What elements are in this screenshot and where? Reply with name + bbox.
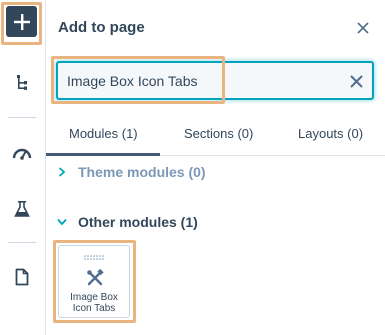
rail-divider — [8, 242, 36, 243]
chevron-down-icon — [56, 216, 68, 228]
add-button-highlight — [1, 2, 42, 45]
module-card-label: Image Box Icon Tabs — [59, 292, 129, 314]
rail-divider — [8, 117, 36, 118]
page-button[interactable] — [11, 266, 33, 288]
flask-icon — [14, 201, 30, 217]
clear-search-button[interactable] — [348, 73, 364, 89]
close-icon — [349, 74, 363, 88]
performance-button[interactable] — [11, 142, 33, 164]
other-modules-label: Other modules (1) — [78, 214, 198, 230]
speedometer-icon — [12, 148, 32, 160]
search-field[interactable] — [56, 61, 374, 100]
close-panel-button[interactable] — [355, 20, 371, 36]
active-tab-indicator — [46, 153, 160, 156]
theme-modules-label: Theme modules (0) — [78, 164, 206, 180]
module-card-image-box-icon-tabs[interactable]: Image Box Icon Tabs — [58, 245, 130, 318]
tab-bar: Modules (1) Sections (0) Layouts (0) — [46, 118, 385, 156]
tree-button[interactable] — [11, 72, 33, 94]
theme-modules-header[interactable]: Theme modules (0) — [56, 164, 206, 180]
left-rail — [0, 0, 46, 335]
tab-sections[interactable]: Sections (0) — [184, 126, 253, 141]
tab-layouts[interactable]: Layouts (0) — [298, 126, 363, 141]
module-card-label-line2: Icon Tabs — [72, 303, 116, 314]
drag-handle-icon — [84, 255, 104, 260]
tools-icon — [87, 269, 104, 286]
tree-icon — [17, 75, 27, 90]
search-input[interactable] — [67, 71, 337, 91]
document-icon — [15, 268, 29, 286]
panel-title: Add to page — [58, 19, 145, 36]
close-icon — [357, 22, 369, 34]
add-to-page-panel: Add to page Modules (1) Sections (0) Lay… — [46, 0, 385, 335]
module-card-label-line1: Image Box — [70, 292, 118, 303]
other-modules-header[interactable]: Other modules (1) — [56, 214, 198, 230]
chevron-right-icon — [56, 166, 68, 178]
tab-modules[interactable]: Modules (1) — [69, 126, 138, 141]
test-button[interactable] — [11, 198, 33, 220]
